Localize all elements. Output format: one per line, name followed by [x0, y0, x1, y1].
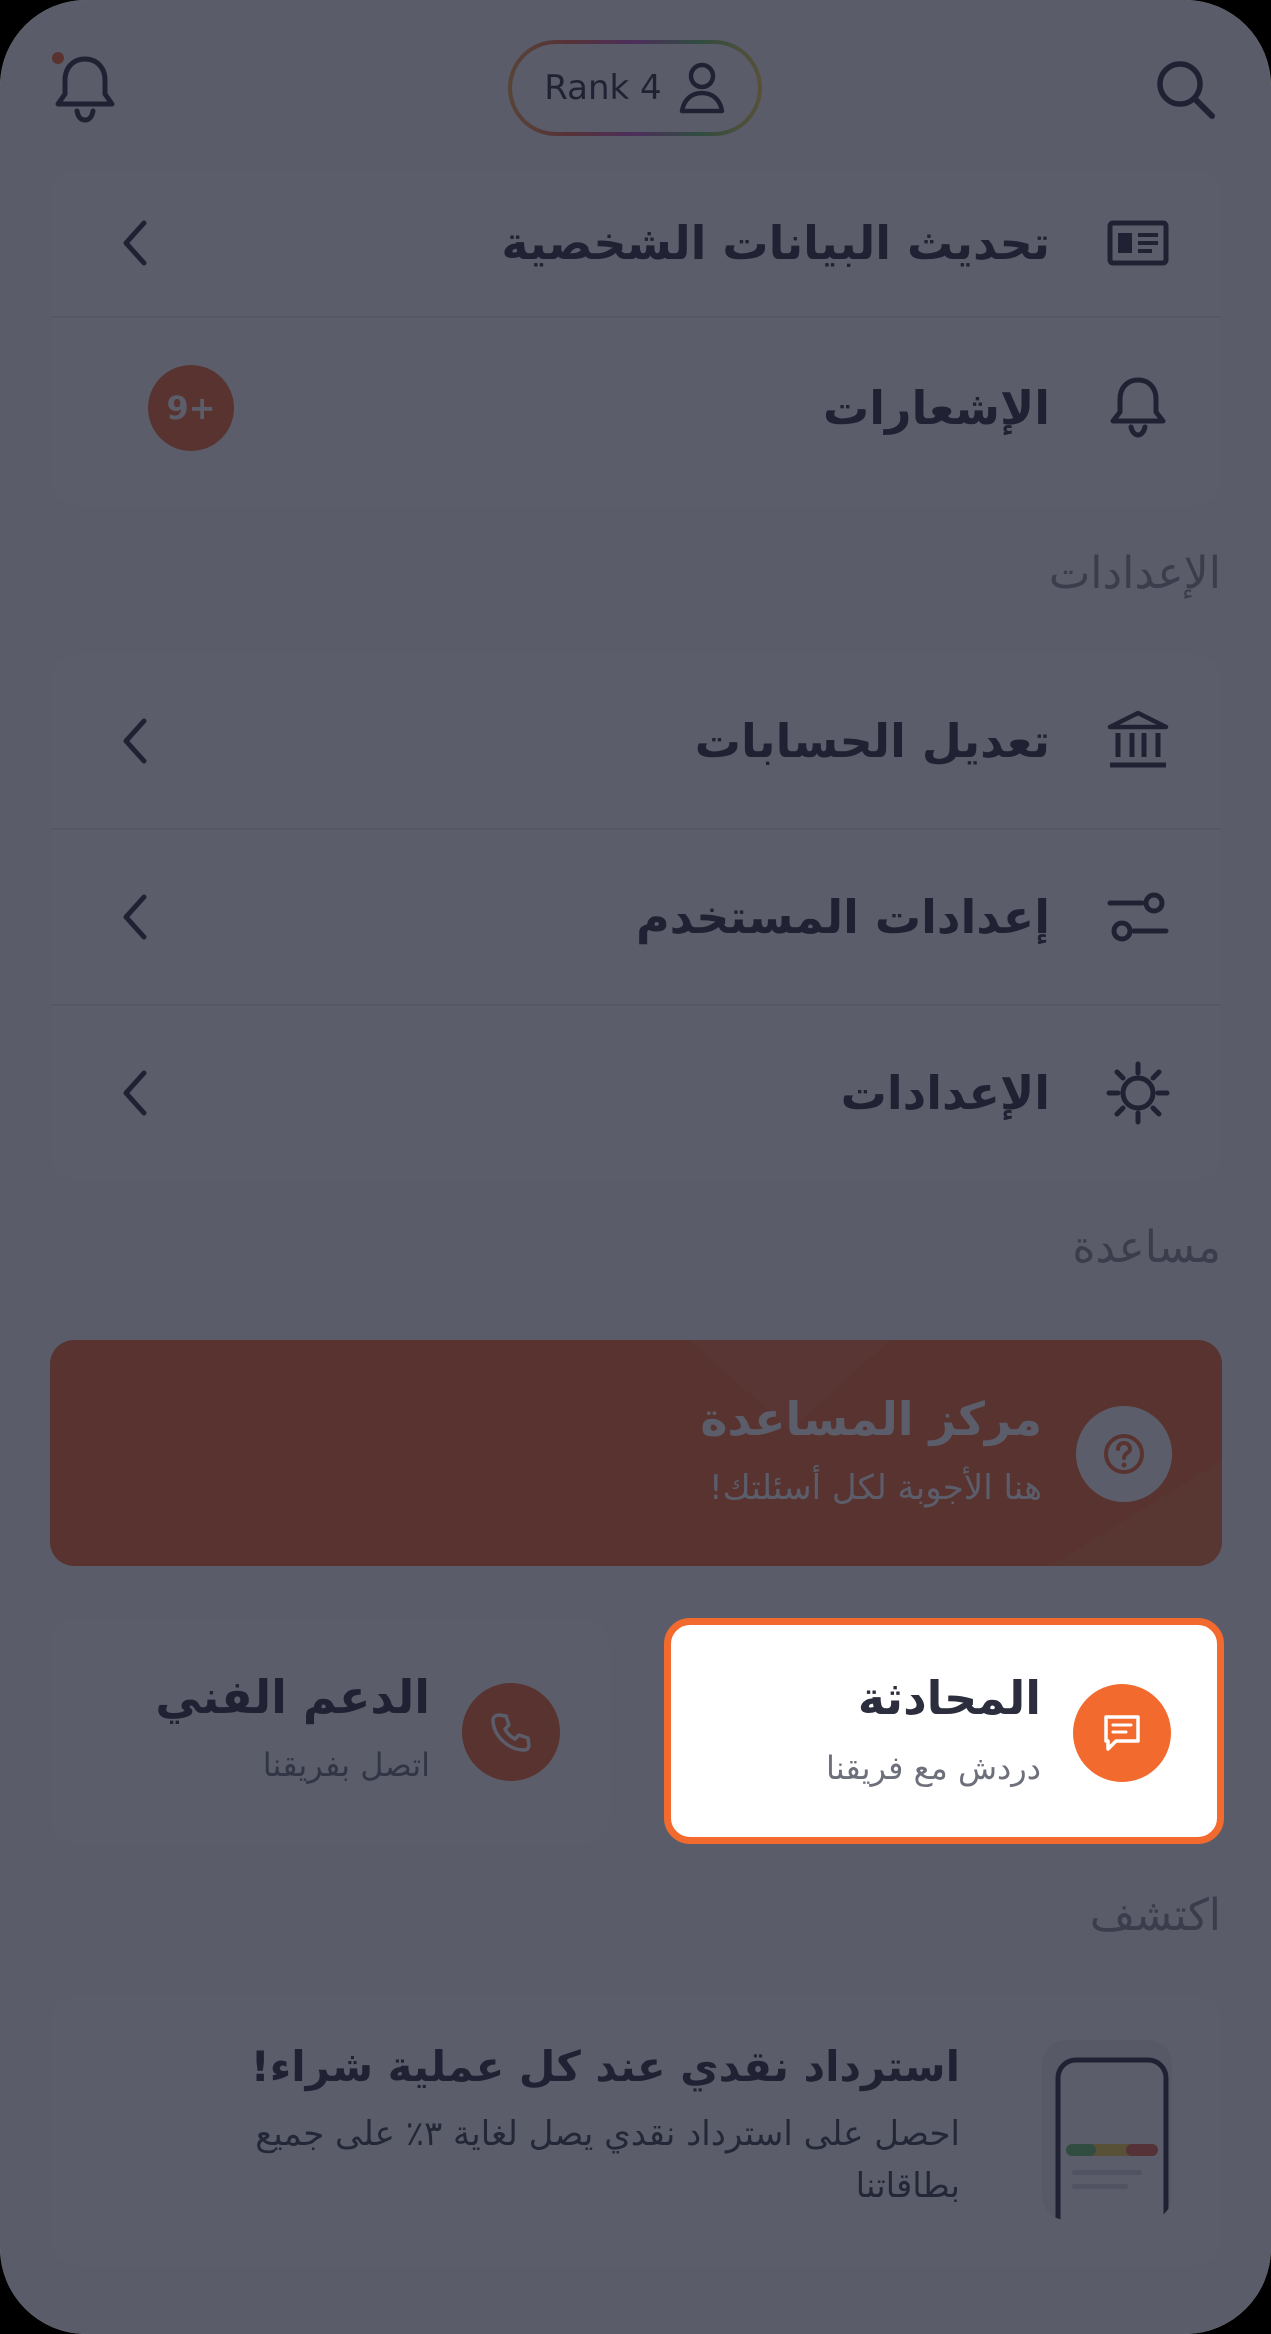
help-center-subtitle: هنا الأجوبة لكل أسئلتك! [709, 1468, 1042, 1508]
edit-accounts-label: تعديل الحسابات [694, 714, 1050, 768]
phone-illustration-icon [1055, 2057, 1169, 2220]
id-card-icon [1107, 220, 1169, 266]
chat-icon [1104, 1715, 1140, 1751]
phone-icon [491, 1713, 531, 1752]
chat-tile[interactable]: المحادثة دردش مع فريقنا [664, 1618, 1224, 1844]
profile-card: تحديث البيانات الشخصية الإشعارات 9+ [50, 170, 1222, 506]
promo-illustration [1042, 2040, 1172, 2220]
notification-dot [52, 52, 64, 64]
settings-label: الإعدادات [840, 1066, 1050, 1120]
chevron-left-icon [123, 1070, 147, 1116]
support-subtitle: اتصل بفريقنا [262, 1746, 430, 1784]
chat-subtitle: دردش مع فريقنا [826, 1749, 1041, 1787]
search-icon [1157, 61, 1215, 119]
bank-icon [1107, 710, 1169, 768]
discover-section-title: اكتشف [1089, 1890, 1221, 1941]
notifications-row[interactable]: الإشعارات 9+ [50, 318, 1222, 498]
rank-label: Rank 4 [544, 68, 662, 108]
chat-title: المحادثة [857, 1671, 1041, 1725]
notifications-label: الإشعارات [823, 381, 1050, 435]
bell-icon [1110, 377, 1166, 438]
support-icon-circle [462, 1683, 560, 1781]
settings-section-title: الإعدادات [1048, 548, 1221, 599]
support-title: الدعم الفني [155, 1670, 430, 1724]
person-icon [679, 62, 724, 114]
promo-title: استرداد نقدي عند كل عملية شراء! [250, 2042, 960, 2091]
chevron-left-icon [123, 220, 147, 266]
help-center-card[interactable]: مركز المساعدة هنا الأجوبة لكل أسئلتك! [50, 1340, 1222, 1566]
notification-count-badge: 9+ [148, 365, 234, 451]
edit-accounts-row[interactable]: تعديل الحسابات [50, 654, 1222, 828]
gear-icon [1106, 1061, 1170, 1125]
user-settings-row[interactable]: إعدادات المستخدم [50, 830, 1222, 1004]
help-center-title: مركز المساعدة [700, 1392, 1042, 1446]
screen: Rank 4 تحديث البيانات الشخصية الإشعارات … [0, 0, 1271, 2334]
support-tile[interactable]: الدعم الفني اتصل بفريقنا [50, 1618, 610, 1844]
promo-card[interactable]: استرداد نقدي عند كل عملية شراء! احصل على… [50, 1996, 1222, 2266]
help-section-title: مساعدة [1072, 1222, 1221, 1273]
question-icon [1104, 1434, 1144, 1474]
settings-row[interactable]: الإعدادات [50, 1006, 1222, 1180]
user-settings-label: إعدادات المستخدم [635, 890, 1050, 944]
notifications-button[interactable] [40, 44, 130, 134]
update-profile-label: تحديث البيانات الشخصية [501, 216, 1050, 270]
chevron-left-icon [123, 718, 147, 764]
bell-icon [55, 56, 115, 123]
rank-button[interactable]: Rank 4 [508, 40, 762, 136]
settings-card: تعديل الحسابات إعدادات المستخدم الإعدادا… [50, 654, 1222, 1180]
update-profile-row[interactable]: تحديث البيانات الشخصية [50, 170, 1222, 316]
decorative-shape [690, 1340, 1222, 1566]
chat-icon-circle [1073, 1684, 1171, 1782]
promo-description: احصل على استرداد نقدي يصل لغاية ٣٪ على ج… [255, 2114, 960, 2206]
search-button[interactable] [1140, 44, 1230, 134]
help-icon-circle [1076, 1406, 1172, 1502]
sliders-icon [1107, 892, 1169, 942]
chevron-left-icon [123, 894, 147, 940]
